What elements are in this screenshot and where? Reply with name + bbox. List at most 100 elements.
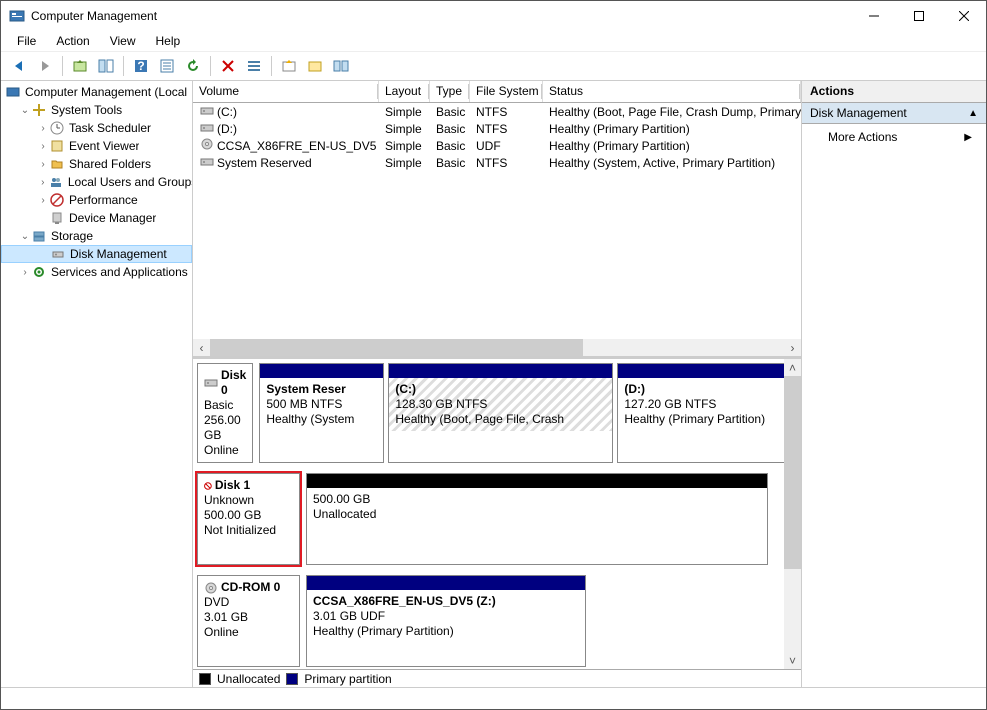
scroll-up-icon[interactable]: ˄	[784, 359, 801, 376]
col-volume[interactable]: Volume	[193, 81, 379, 102]
tree-task-scheduler[interactable]: › Task Scheduler	[1, 119, 192, 137]
expand-icon[interactable]: ›	[37, 159, 49, 170]
partition[interactable]: CCSA_X86FRE_EN-US_DV5 (Z:)3.01 GB UDFHea…	[306, 575, 586, 667]
expand-icon[interactable]: ›	[37, 195, 49, 206]
drive-icon	[199, 138, 215, 150]
storage-icon	[31, 228, 47, 244]
center-pane: Volume Layout Type File System Status (C…	[193, 81, 801, 687]
col-status[interactable]: Status	[543, 81, 801, 102]
volume-row[interactable]: CCSA_X86FRE_EN-US_DV5 (Z:)SimpleBasicUDF…	[193, 137, 801, 154]
partition[interactable]: 500.00 GBUnallocated	[306, 473, 768, 565]
scroll-down-icon[interactable]: ˅	[784, 652, 801, 669]
maximize-button[interactable]	[896, 1, 941, 31]
disk-info[interactable]: Disk 0Basic256.00 GBOnline	[197, 363, 253, 463]
disk-icon	[204, 582, 218, 594]
disk-row: CD-ROM 0DVD3.01 GBOnlineCCSA_X86FRE_EN-U…	[197, 575, 780, 667]
actions-pane: Actions Disk Management ▲ More Actions ▶	[801, 81, 986, 687]
view2-button[interactable]	[303, 54, 327, 78]
main-area: Computer Management (Local ⌄ System Tool…	[1, 81, 986, 687]
disk-mgmt-icon	[50, 246, 66, 262]
col-type[interactable]: Type	[430, 81, 470, 102]
disk-row: ⦸ Disk 1Unknown500.00 GBNot Initialized5…	[197, 473, 780, 565]
menu-help[interactable]: Help	[148, 32, 189, 50]
v-scrollbar[interactable]: ˄ ˅	[784, 359, 801, 669]
partition[interactable]: (D:)127.20 GB NTFSHealthy (Primary Parti…	[617, 363, 784, 463]
clock-icon	[49, 120, 65, 136]
forward-button[interactable]	[33, 54, 57, 78]
collapse-icon[interactable]: ⌄	[19, 231, 31, 242]
scroll-thumb[interactable]	[210, 339, 583, 356]
volume-row[interactable]: (D:)SimpleBasicNTFSHealthy (Primary Part…	[193, 120, 801, 137]
drive-icon	[199, 122, 215, 134]
tools-icon	[31, 102, 47, 118]
minimize-button[interactable]	[851, 1, 896, 31]
partition[interactable]: (C:)128.30 GB NTFSHealthy (Boot, Page Fi…	[388, 363, 613, 463]
refresh-button[interactable]	[181, 54, 205, 78]
drive-icon	[199, 156, 215, 168]
col-layout[interactable]: Layout	[379, 81, 430, 102]
expand-icon[interactable]: ›	[37, 177, 49, 188]
disk-info[interactable]: CD-ROM 0DVD3.01 GBOnline	[197, 575, 300, 667]
volume-body[interactable]: (C:)SimpleBasicNTFSHealthy (Boot, Page F…	[193, 103, 801, 339]
tree-services[interactable]: › Services and Applications	[1, 263, 192, 281]
scroll-left-icon[interactable]: ‹	[193, 339, 210, 356]
actions-section[interactable]: Disk Management ▲	[802, 103, 986, 124]
properties-button[interactable]	[155, 54, 179, 78]
event-icon	[49, 138, 65, 154]
menu-view[interactable]: View	[102, 32, 144, 50]
expand-icon[interactable]: ›	[37, 123, 49, 134]
volume-row[interactable]: System ReservedSimpleBasicNTFSHealthy (S…	[193, 154, 801, 171]
performance-icon	[49, 192, 65, 208]
disk-icon	[204, 378, 218, 388]
expand-icon[interactable]: ›	[37, 141, 49, 152]
menu-bar: File Action View Help	[1, 31, 986, 51]
toolbar: ?	[1, 51, 986, 81]
tree-local-users[interactable]: › Local Users and Groups	[1, 173, 192, 191]
menu-file[interactable]: File	[9, 32, 44, 50]
scroll-right-icon[interactable]: ›	[784, 339, 801, 356]
delete-button[interactable]	[216, 54, 240, 78]
collapse-icon[interactable]: ▲	[968, 108, 978, 119]
volume-list: Volume Layout Type File System Status (C…	[193, 81, 801, 359]
app-icon	[9, 8, 25, 24]
tree-event-viewer[interactable]: › Event Viewer	[1, 137, 192, 155]
h-scrollbar[interactable]: ‹ ›	[193, 339, 801, 356]
col-fs[interactable]: File System	[470, 81, 543, 102]
folder-icon	[49, 156, 65, 172]
back-button[interactable]	[7, 54, 31, 78]
title-bar: Computer Management	[1, 1, 986, 31]
tree-storage[interactable]: ⌄ Storage	[1, 227, 192, 245]
up-button[interactable]	[68, 54, 92, 78]
show-hide-button[interactable]	[94, 54, 118, 78]
expand-icon[interactable]: ›	[19, 267, 31, 278]
close-button[interactable]	[941, 1, 986, 31]
tree-system-tools[interactable]: ⌄ System Tools	[1, 101, 192, 119]
disk-row: Disk 0Basic256.00 GBOnlineSystem Reser50…	[197, 363, 780, 463]
disk-scroll[interactable]: Disk 0Basic256.00 GBOnlineSystem Reser50…	[193, 359, 784, 669]
actions-title: Actions	[802, 81, 986, 103]
view3-button[interactable]	[329, 54, 353, 78]
swatch-primary	[286, 673, 298, 685]
services-icon	[31, 264, 47, 280]
window-title: Computer Management	[31, 9, 851, 23]
tree-shared-folders[interactable]: › Shared Folders	[1, 155, 192, 173]
help-button[interactable]: ?	[129, 54, 153, 78]
menu-action[interactable]: Action	[48, 32, 97, 50]
tree-root[interactable]: Computer Management (Local	[1, 83, 192, 101]
tree-device-manager[interactable]: Device Manager	[1, 209, 192, 227]
disk-info[interactable]: ⦸ Disk 1Unknown500.00 GBNot Initialized	[197, 473, 300, 565]
volume-row[interactable]: (C:)SimpleBasicNTFSHealthy (Boot, Page F…	[193, 103, 801, 120]
device-icon	[49, 210, 65, 226]
collapse-icon[interactable]: ⌄	[19, 105, 31, 116]
list-button[interactable]	[242, 54, 266, 78]
scroll-thumb[interactable]	[784, 376, 801, 569]
tree-disk-management[interactable]: Disk Management	[1, 245, 192, 263]
volume-header-row: Volume Layout Type File System Status	[193, 81, 801, 103]
actions-more[interactable]: More Actions ▶	[802, 124, 986, 150]
tree-performance[interactable]: › Performance	[1, 191, 192, 209]
chevron-right-icon: ▶	[964, 132, 972, 143]
svg-text:?: ?	[137, 59, 144, 73]
partition[interactable]: System Reser500 MB NTFSHealthy (System	[259, 363, 384, 463]
users-icon	[49, 174, 64, 190]
settings-button[interactable]	[277, 54, 301, 78]
